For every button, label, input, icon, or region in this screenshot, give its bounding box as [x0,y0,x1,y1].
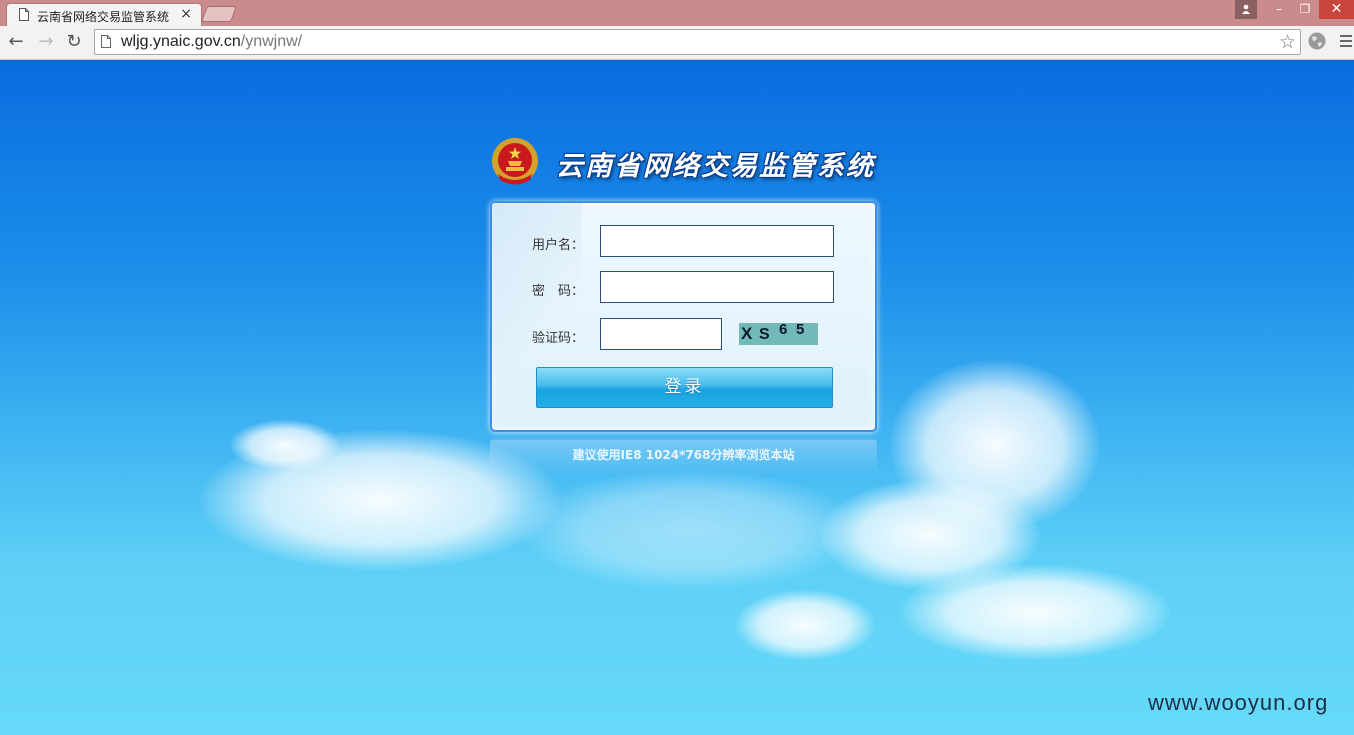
login-button[interactable]: 登录 [536,367,833,408]
captcha-input[interactable] [600,318,722,350]
tab-title: 云南省网络交易监管系统 [37,10,170,24]
login-panel: 用户名： 密 码： 验证码： X S 6 5 登录 [490,201,877,432]
cloud-left-top [230,420,340,470]
browser-titlebar: 云南省网络交易监管系统 × – ❐ ✕ [0,0,1354,26]
captcha-label: 验证码： [532,331,585,346]
watermark-text: www.wooyun.org [1148,690,1329,715]
new-tab-button[interactable] [201,6,237,22]
captcha-image[interactable]: X S 6 5 [739,323,818,345]
browser-recommendation-text: 建议使用IE8 1024*768分辨率浏览本站 [572,448,795,462]
url-text: wljg.ynaic.gov.cn/ynwjnw/ [121,33,302,51]
captcha-char: X [741,324,753,343]
address-bar[interactable]: wljg.ynaic.gov.cn/ynwjnw/ ☆ [94,29,1301,55]
cloud-bottom-mid [735,590,875,660]
browser-tab-active[interactable]: 云南省网络交易监管系统 × [6,3,202,26]
maximize-button[interactable]: ❐ [1292,0,1318,19]
tab-close-icon[interactable]: × [180,6,192,22]
captcha-char: 5 [796,323,805,338]
bookmark-star-icon[interactable]: ☆ [1279,31,1296,53]
cloud-bottom-right [900,565,1170,660]
password-label: 密 码： [532,284,585,299]
profile-icon[interactable] [1235,0,1257,19]
login-page: 云南省网络交易监管系统 用户名： 密 码： 验证码： X S 6 5 登录 建议… [0,60,1354,735]
close-window-button[interactable]: ✕ [1319,0,1354,19]
browser-toolbar: ← → ↻ wljg.ynaic.gov.cn/ynwjnw/ ☆ [0,26,1354,60]
username-input[interactable] [600,225,834,257]
captcha-char: 6 [779,323,788,338]
national-emblem-logo [492,138,538,185]
page-icon [19,8,29,21]
captcha-char: S [759,326,770,343]
forward-arrow-icon[interactable]: → [36,32,56,52]
url-host: wljg.ynaic.gov.cn [121,33,241,50]
username-label: 用户名： [532,238,585,253]
globe-extension-icon[interactable] [1307,31,1327,51]
page-info-icon [101,35,111,48]
url-path: /ynwjnw/ [240,33,303,50]
reload-icon[interactable]: ↻ [64,32,84,52]
menu-icon[interactable] [1340,35,1352,50]
system-title: 云南省网络交易监管系统 [556,151,875,182]
password-input[interactable] [600,271,834,303]
cloud-center-faint [520,470,860,590]
minimize-button[interactable]: – [1266,0,1292,19]
back-arrow-icon[interactable]: ← [6,32,26,52]
